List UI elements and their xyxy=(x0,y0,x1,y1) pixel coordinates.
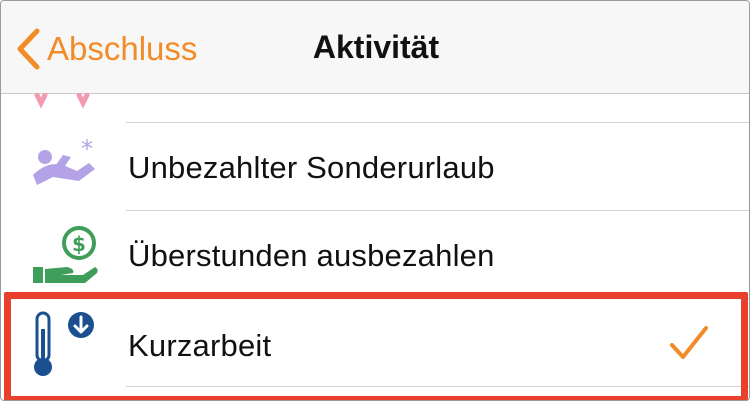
row-label: Unbezahlter Sonderurlaub xyxy=(128,150,495,185)
list-item-partial[interactable] xyxy=(1,93,749,123)
partial-pink-icon xyxy=(34,93,90,109)
person-relaxing-icon: * xyxy=(33,135,95,185)
list-item-unbezahlter-sonderurlaub[interactable]: * Unbezahlter Sonderurlaub xyxy=(1,123,749,211)
page-title: Aktivität xyxy=(312,29,440,65)
svg-text:$: $ xyxy=(72,232,86,256)
svg-text:*: * xyxy=(81,135,93,163)
selection-highlight xyxy=(4,292,748,400)
screen: Abschluss Aktivität * Unbezahlter Sonder… xyxy=(0,0,750,401)
navigation-bar: Abschluss Aktivität xyxy=(1,1,749,94)
hand-money-icon: $ xyxy=(33,226,98,283)
list-item-ueberstunden-ausbezahlen[interactable]: $ Überstunden ausbezahlen xyxy=(1,211,749,299)
row-label: Überstunden ausbezahlen xyxy=(128,238,495,273)
